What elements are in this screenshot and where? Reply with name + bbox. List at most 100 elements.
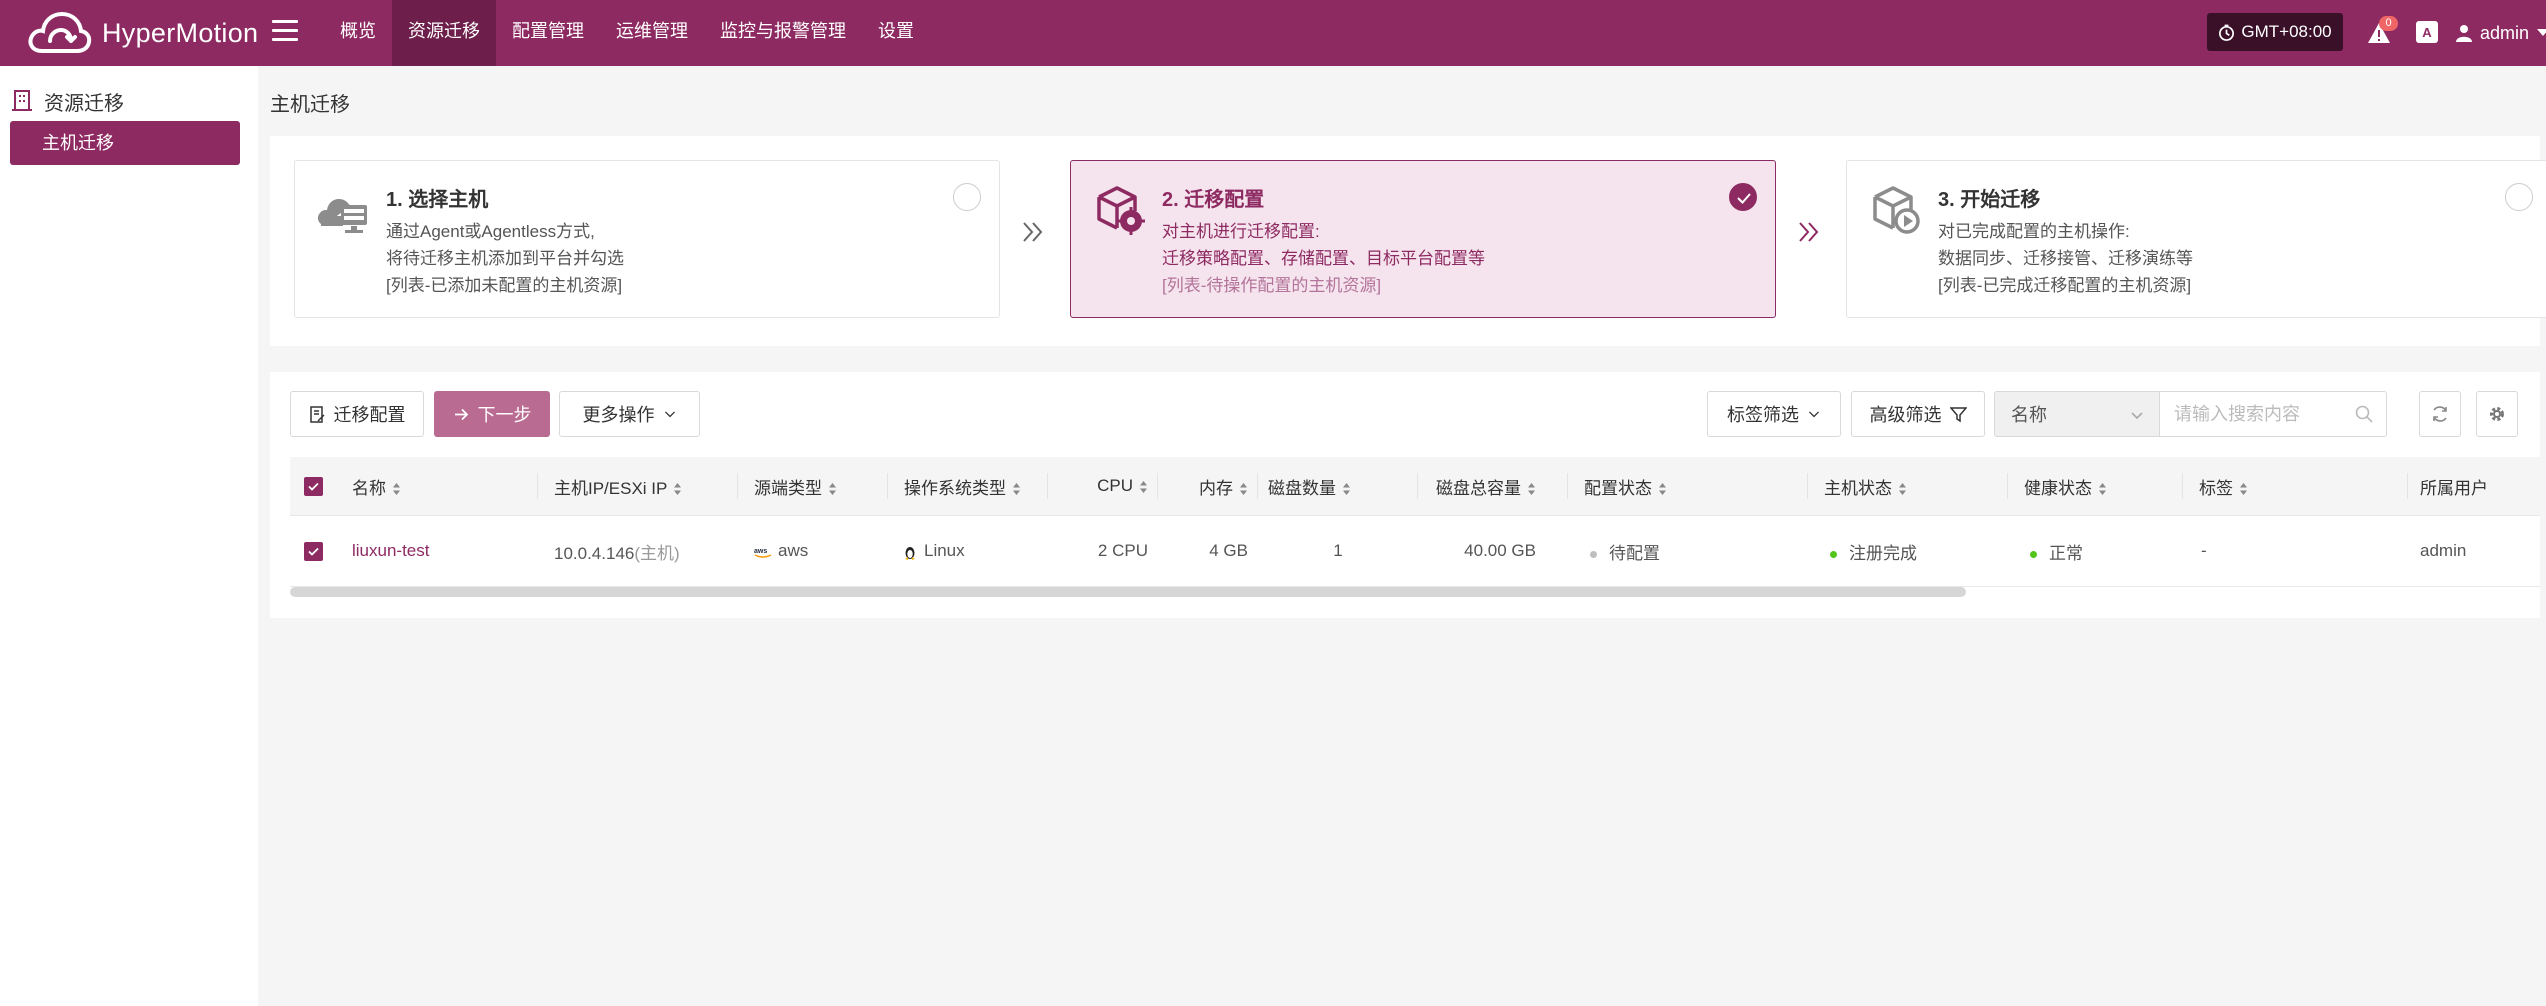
sidebar-section-title[interactable]: 资源迁移 bbox=[12, 84, 124, 118]
horizontal-scrollbar[interactable] bbox=[290, 587, 1966, 597]
column-header-config-status[interactable]: 配置状态 bbox=[1568, 457, 1808, 516]
config-box-icon bbox=[1097, 186, 1145, 235]
nav-settings[interactable]: 设置 bbox=[862, 0, 930, 66]
owner-cell: admin bbox=[2408, 515, 2540, 587]
status-dot bbox=[1590, 550, 1597, 558]
step-radio-checked[interactable] bbox=[1729, 183, 1757, 211]
search-icon[interactable] bbox=[2355, 405, 2373, 423]
arrow-right-icon bbox=[454, 408, 468, 420]
step-select-host[interactable]: 1. 选择主机 通过Agent或Agentless方式, 将待迁移主机添加到平台… bbox=[294, 160, 1000, 318]
step-line: 对已完成配置的主机操作: bbox=[1938, 222, 2130, 241]
advanced-filter-button[interactable]: 高级筛选 bbox=[1851, 391, 1985, 437]
host-ip-note: (主机) bbox=[634, 543, 680, 563]
tag-filter-dropdown[interactable]: 标签筛选 bbox=[1707, 391, 1841, 437]
column-label: 名称 bbox=[352, 478, 386, 498]
more-actions-dropdown[interactable]: 更多操作 bbox=[559, 391, 700, 437]
user-icon bbox=[2456, 25, 2472, 42]
nav-ops-management[interactable]: 运维管理 bbox=[600, 0, 704, 66]
sidebar-item-host-migration[interactable]: 主机迁移 bbox=[10, 121, 240, 165]
column-header-host-status[interactable]: 主机状态 bbox=[1808, 457, 2008, 516]
column-header-os[interactable]: 操作系统类型 bbox=[888, 457, 1048, 516]
select-all-checkbox[interactable] bbox=[290, 457, 330, 516]
sort-icon bbox=[1012, 482, 1021, 496]
cloud-server-icon bbox=[317, 199, 367, 233]
advanced-filter-label: 高级筛选 bbox=[1869, 405, 1942, 425]
column-header-owner[interactable]: 所属用户 bbox=[2408, 457, 2540, 516]
edit-doc-icon bbox=[309, 405, 325, 423]
next-step-button[interactable]: 下一步 bbox=[434, 391, 550, 437]
status-dot bbox=[1830, 550, 1837, 558]
sort-icon bbox=[2098, 482, 2107, 496]
column-label: 内存 bbox=[1199, 478, 1233, 498]
host-name-link[interactable]: liuxun-test bbox=[352, 541, 429, 560]
step-migration-config[interactable]: 2. 迁移配置 对主机进行迁移配置: 迁移策略配置、存储配置、目标平台配置等 [… bbox=[1070, 160, 1776, 318]
gear-icon bbox=[2490, 407, 2504, 421]
table-header-row: 名称 主机IP/ESXi IP 源端类型 操作系统类型 CPU 内存 磁盘数量 … bbox=[290, 457, 2540, 516]
sort-icon bbox=[673, 482, 682, 496]
search-field-select[interactable]: 名称 bbox=[1994, 391, 2160, 437]
tag-filter-label: 标签筛选 bbox=[1727, 405, 1799, 425]
disk-total-cell: 40.00 GB bbox=[1418, 515, 1568, 587]
step-title: 2. 迁移配置 bbox=[1162, 189, 1265, 211]
column-header-disk-total[interactable]: 磁盘总容量 bbox=[1418, 457, 1568, 516]
os-type: Linux bbox=[924, 541, 965, 560]
settings-button[interactable] bbox=[2476, 391, 2518, 437]
timezone-button[interactable]: GMT+08:00 bbox=[2207, 13, 2343, 51]
double-chevron-icon bbox=[1023, 222, 1043, 242]
column-header-source[interactable]: 源端类型 bbox=[738, 457, 888, 516]
nav-resource-migration[interactable]: 资源迁移 bbox=[392, 0, 496, 66]
step-start-migration[interactable]: 3. 开始迁移 对已完成配置的主机操作: 数据同步、迁移接管、迁移演练等 [列表… bbox=[1846, 160, 2546, 318]
sort-icon bbox=[392, 482, 401, 496]
nav-config-management[interactable]: 配置管理 bbox=[496, 0, 600, 66]
host-status: 注册完成 bbox=[1849, 543, 1917, 563]
sort-icon bbox=[1898, 482, 1907, 496]
health-cell: 正常 bbox=[2008, 515, 2183, 587]
step-radio[interactable] bbox=[953, 183, 981, 211]
sidebar: 资源迁移 主机迁移 bbox=[0, 66, 258, 1006]
column-label: 主机IP/ESXi IP bbox=[554, 478, 668, 498]
step-radio[interactable] bbox=[2505, 183, 2533, 211]
sidebar-section-label: 资源迁移 bbox=[44, 92, 124, 115]
table-row[interactable]: liuxun-test 10.0.4.146(主机) aws aws Linux … bbox=[290, 515, 2540, 587]
os-cell: Linux bbox=[888, 515, 1048, 587]
timezone-label: GMT+08:00 bbox=[2241, 22, 2332, 41]
nav-monitoring[interactable]: 监控与报警管理 bbox=[704, 0, 862, 66]
column-header-tag[interactable]: 标签 bbox=[2183, 457, 2408, 516]
main-nav: 概览 资源迁移 配置管理 运维管理 监控与报警管理 设置 bbox=[324, 0, 930, 66]
user-menu[interactable]: admin bbox=[2456, 0, 2546, 66]
sort-icon bbox=[828, 482, 837, 496]
column-header-health[interactable]: 健康状态 bbox=[2008, 457, 2183, 516]
search-input[interactable] bbox=[2159, 391, 2387, 437]
clock-icon bbox=[2219, 24, 2235, 41]
chevron-down-icon bbox=[2131, 412, 2143, 420]
source-cell: aws aws bbox=[738, 515, 888, 587]
filter-icon bbox=[1949, 406, 1967, 422]
refresh-button[interactable] bbox=[2419, 391, 2461, 437]
column-header-disk-count[interactable]: 磁盘数量 bbox=[1258, 457, 1418, 516]
host-table: 名称 主机IP/ESXi IP 源端类型 操作系统类型 CPU 内存 磁盘数量 … bbox=[290, 457, 2540, 587]
column-header-memory[interactable]: 内存 bbox=[1158, 457, 1258, 516]
sort-icon bbox=[1527, 482, 1536, 496]
check-icon bbox=[308, 547, 319, 556]
health-status: 正常 bbox=[2049, 543, 2083, 563]
font-size-button[interactable]: A bbox=[2416, 21, 2438, 43]
check-icon bbox=[308, 482, 319, 491]
app-logo[interactable]: HyperMotion bbox=[26, 6, 258, 60]
migrate-config-button[interactable]: 迁移配置 bbox=[290, 391, 424, 437]
menu-toggle-icon[interactable] bbox=[272, 14, 298, 50]
step-title: 3. 开始迁移 bbox=[1938, 189, 2041, 211]
step-title: 1. 选择主机 bbox=[386, 189, 489, 211]
nav-overview[interactable]: 概览 bbox=[324, 0, 392, 66]
step-line: [列表-待操作配置的主机资源] bbox=[1162, 276, 1382, 295]
row-checkbox[interactable] bbox=[290, 515, 330, 587]
migrate-config-label: 迁移配置 bbox=[333, 405, 406, 425]
column-header-ip[interactable]: 主机IP/ESXi IP bbox=[538, 457, 738, 516]
column-header-cpu[interactable]: CPU bbox=[1048, 457, 1158, 516]
step-line: 迁移策略配置、存储配置、目标平台配置等 bbox=[1162, 249, 1485, 268]
sort-icon bbox=[1239, 482, 1248, 496]
column-header-name[interactable]: 名称 bbox=[330, 457, 538, 516]
sort-icon bbox=[2239, 482, 2248, 496]
refresh-icon bbox=[2433, 406, 2447, 422]
cpu-cell: 2 CPU bbox=[1048, 515, 1158, 587]
svg-text:aws: aws bbox=[754, 548, 767, 555]
